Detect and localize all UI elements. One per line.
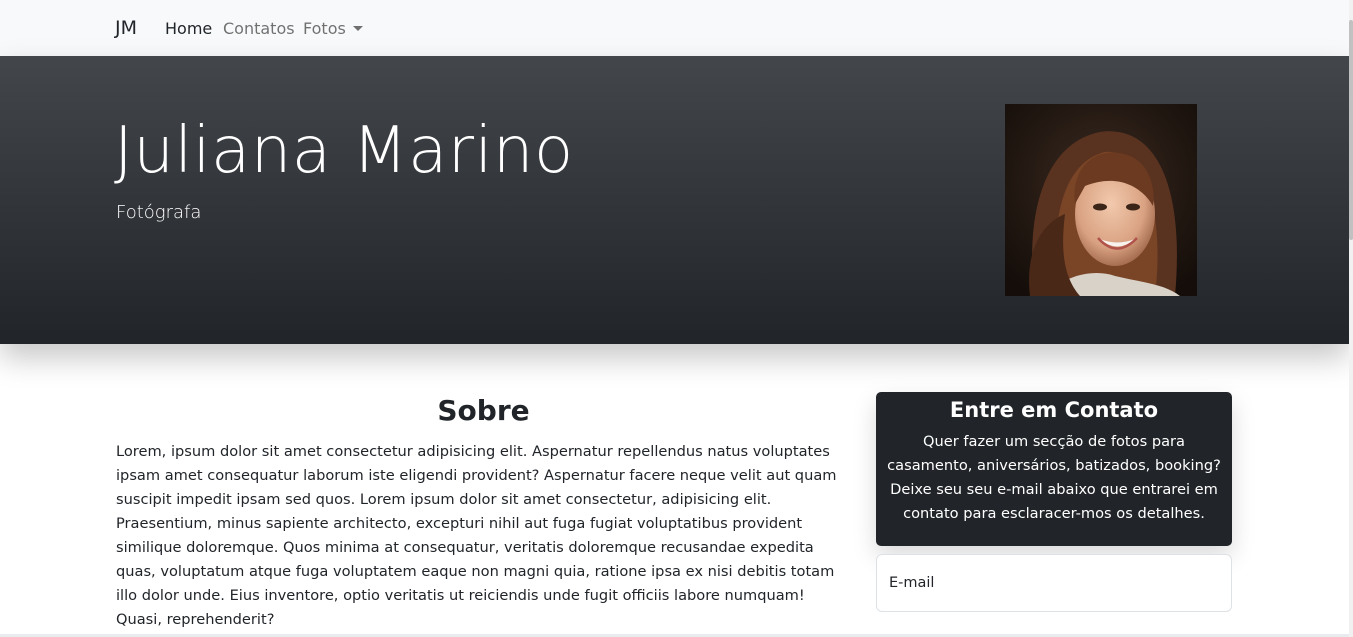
contact-text: Quer fazer um secção de fotos para casam… (887, 433, 1221, 522)
about-title: Sobre (437, 394, 530, 427)
nav-home-link[interactable]: Home (165, 19, 212, 38)
about-text: Lorem, ipsum dolor sit amet consectetur … (116, 443, 837, 628)
contact-title: Entre em Contato (949, 398, 1159, 422)
nav-fotos-dropdown[interactable]: Fotos (303, 19, 363, 38)
email-field[interactable]: E-mail (876, 554, 1232, 612)
portrait-photo (1005, 104, 1197, 296)
email-label: E-mail (889, 575, 935, 591)
nav-fotos-label: Fotos (303, 19, 346, 38)
nav-contatos-link[interactable]: Contatos (223, 19, 295, 38)
top-navbar: JM Home Contatos Fotos (0, 0, 1349, 56)
hero-banner: Juliana Marino Fotógrafa (0, 56, 1349, 344)
portrait-illustration (1005, 104, 1197, 296)
page-scrollbar[interactable] (1349, 0, 1353, 637)
contact-card: Entre em Contato Quer fazer um secção de… (876, 392, 1232, 546)
caret-down-icon (352, 26, 363, 31)
hero-title: Juliana Marino (114, 114, 574, 188)
scrollbar-thumb[interactable] (1349, 20, 1353, 240)
brand-logo[interactable]: JM (115, 17, 137, 39)
hero-subtitle: Fotógrafa (116, 202, 202, 223)
